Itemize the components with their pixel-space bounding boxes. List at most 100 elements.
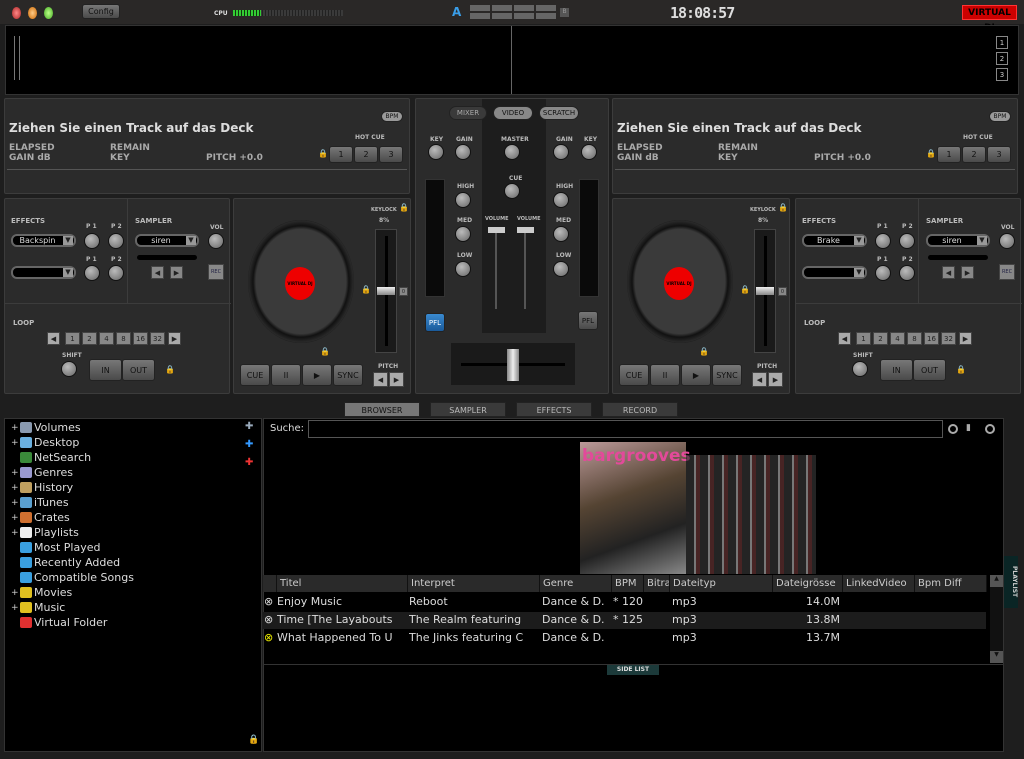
pitch-handle[interactable]: [377, 287, 395, 295]
transport-lock-icon[interactable]: 🔒: [699, 347, 709, 356]
loop-out-button[interactable]: OUT: [913, 359, 946, 381]
sampler-prev-button[interactable]: ◀: [942, 266, 955, 279]
loop-in-button[interactable]: IN: [89, 359, 122, 381]
column-header-icon[interactable]: [263, 575, 277, 592]
layout-button[interactable]: [514, 13, 534, 19]
pause-button[interactable]: II: [271, 364, 301, 386]
zoom-button-1[interactable]: 1: [996, 36, 1008, 49]
expand-icon[interactable]: +: [11, 468, 19, 478]
loop-out-button[interactable]: OUT: [122, 359, 155, 381]
column-header[interactable]: Titel: [277, 575, 408, 592]
album-cover[interactable]: bargrooves: [580, 442, 691, 574]
tree-item[interactable]: Compatible Songs: [11, 570, 134, 585]
pitch-slider[interactable]: [375, 229, 397, 353]
scroll-up-icon[interactable]: ▲: [990, 575, 1003, 587]
tree-item[interactable]: + Music: [11, 600, 65, 615]
effect-p1-knob[interactable]: [875, 233, 891, 249]
sampler-prev-button[interactable]: ◀: [151, 266, 164, 279]
crossfader-handle[interactable]: [507, 349, 519, 381]
expand-icon[interactable]: +: [11, 423, 19, 433]
tree-item[interactable]: NetSearch: [11, 450, 91, 465]
sampler-rec-button[interactable]: REC: [208, 264, 224, 280]
tree-item[interactable]: + History: [11, 480, 73, 495]
close-window-button[interactable]: [12, 7, 21, 19]
pitch-slider[interactable]: [754, 229, 776, 353]
gain-knob-left[interactable]: [455, 144, 471, 160]
gain-knob-right[interactable]: [553, 144, 569, 160]
effect-select-2[interactable]: [802, 266, 867, 279]
table-scrollbar[interactable]: ▲ ▼: [990, 575, 1003, 663]
pitch-handle[interactable]: [756, 287, 774, 295]
volume-fader-right[interactable]: [517, 227, 534, 233]
tree-item[interactable]: Recently Added: [11, 555, 120, 570]
search-input[interactable]: [308, 420, 943, 438]
loop-lock-icon[interactable]: 🔒: [165, 365, 175, 374]
column-header[interactable]: Bitra: [644, 575, 670, 592]
tree-item[interactable]: Virtual Folder: [11, 615, 107, 630]
loop-size-16[interactable]: 16: [924, 332, 939, 345]
tab-effects[interactable]: EFFECTS: [516, 402, 592, 417]
column-header[interactable]: BPM: [612, 575, 644, 592]
effect-p2-knob[interactable]: [108, 233, 124, 249]
effect-select[interactable]: Backspin: [11, 234, 76, 247]
volume-fader-left[interactable]: [488, 227, 505, 233]
med-knob-right[interactable]: [553, 226, 569, 242]
low-knob-right[interactable]: [553, 261, 569, 277]
jog-wheel[interactable]: VIRTUAL DJ: [248, 220, 354, 343]
add-folder-icon[interactable]: ✚: [245, 421, 253, 432]
effect2-p1-knob[interactable]: [875, 265, 891, 281]
config-button[interactable]: Config: [82, 4, 120, 19]
expand-icon[interactable]: +: [11, 588, 19, 598]
shift-knob[interactable]: [852, 361, 868, 377]
tree-item[interactable]: Most Played: [11, 540, 100, 555]
tree-item[interactable]: + Crates: [11, 510, 70, 525]
loop-size-16[interactable]: 16: [133, 332, 148, 345]
sample-select[interactable]: siren: [926, 234, 990, 247]
pfl-button-left[interactable]: PFL: [425, 313, 445, 332]
search-file-icon[interactable]: ▮: [966, 423, 971, 433]
jog-wheel[interactable]: VIRTUAL DJ: [627, 220, 733, 343]
high-knob-right[interactable]: [553, 192, 569, 208]
side-list-toggle[interactable]: SIDE LIST: [607, 665, 659, 675]
layout-button[interactable]: [492, 5, 512, 11]
effect-select[interactable]: Brake: [802, 234, 867, 247]
high-knob-left[interactable]: [455, 192, 471, 208]
hot-cue-button-1[interactable]: 1: [937, 146, 961, 163]
keylock-icon[interactable]: 🔒: [399, 203, 409, 212]
tab-mixer[interactable]: MIXER: [449, 106, 487, 120]
tree-item[interactable]: + Desktop: [11, 435, 79, 450]
layout-button[interactable]: [470, 13, 490, 19]
key-knob-right[interactable]: [581, 144, 597, 160]
low-knob-left[interactable]: [455, 261, 471, 277]
column-header[interactable]: Genre: [540, 575, 612, 592]
tab-record[interactable]: RECORD: [602, 402, 678, 417]
pfl-button-right[interactable]: PFL: [578, 311, 598, 330]
loop-size-4[interactable]: 4: [890, 332, 905, 345]
loop-next-button[interactable]: ▶: [168, 332, 181, 345]
tree-item[interactable]: + Volumes: [11, 420, 81, 435]
expand-icon[interactable]: +: [11, 603, 19, 613]
loop-size-32[interactable]: 32: [941, 332, 956, 345]
med-knob-left[interactable]: [455, 226, 471, 242]
loop-size-2[interactable]: 2: [873, 332, 888, 345]
hot-cue-button-3[interactable]: 3: [987, 146, 1011, 163]
add-filter-folder-icon[interactable]: ✚: [245, 457, 253, 468]
hot-cue-button-3[interactable]: 3: [379, 146, 403, 163]
platter-lock-icon[interactable]: 🔒: [361, 285, 371, 294]
expand-icon[interactable]: +: [11, 498, 19, 508]
column-header[interactable]: LinkedVideo: [843, 575, 915, 592]
layout-button[interactable]: [470, 5, 490, 11]
sampler-vol-knob[interactable]: [208, 233, 224, 249]
pitch-down-button[interactable]: ◀: [752, 372, 767, 387]
loop-size-4[interactable]: 4: [99, 332, 114, 345]
tab-browser[interactable]: BROWSER: [344, 402, 420, 417]
keylock-icon[interactable]: 🔒: [778, 203, 788, 212]
column-header[interactable]: Interpret: [408, 575, 540, 592]
tree-item[interactable]: + Movies: [11, 585, 72, 600]
effect2-p1-knob[interactable]: [84, 265, 100, 281]
tree-item[interactable]: + Playlists: [11, 525, 79, 540]
loop-size-1[interactable]: 1: [65, 332, 80, 345]
sampler-next-button[interactable]: ▶: [170, 266, 183, 279]
maximize-window-button[interactable]: [44, 7, 53, 19]
tab-sampler[interactable]: SAMPLER: [430, 402, 506, 417]
